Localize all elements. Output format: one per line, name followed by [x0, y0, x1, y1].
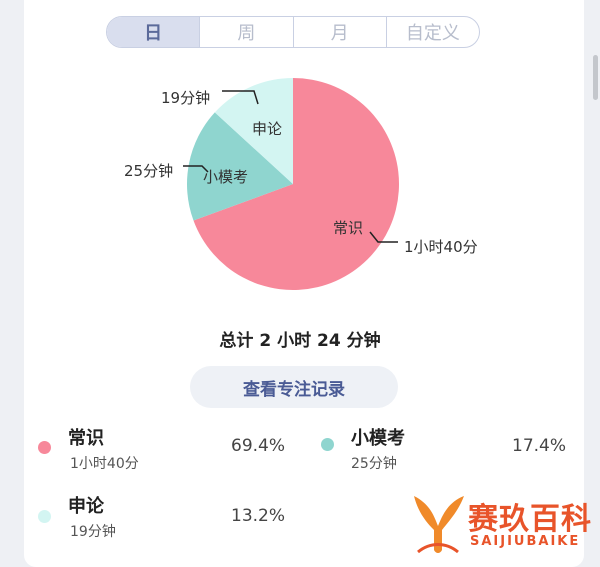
watermark-logo: 赛玖百科 SAIJIUBAIKE	[408, 490, 598, 560]
legend-pct-shenlun: 13.2%	[231, 506, 286, 526]
legend-name-changshi: 常识	[68, 428, 104, 449]
legend-sub-shenlun: 19分钟	[70, 524, 116, 540]
legend-sub-xiaomokao: 25分钟	[351, 456, 397, 472]
slice-duration-changshi: 1小时40分	[404, 238, 478, 256]
slice-duration-shenlun: 19分钟	[161, 89, 210, 107]
pie-chart: 申论 小模考 常识 19分钟 25分钟 1小时40分	[124, 78, 478, 290]
watermark-title: 赛玖百科	[468, 502, 592, 537]
whale-tail-icon	[414, 496, 464, 554]
legend-pct-xiaomokao: 17.4%	[512, 436, 567, 456]
slice-name-shenlun: 申论	[252, 120, 282, 138]
total-duration: 总计 2 小时 24 分钟	[219, 331, 381, 351]
view-focus-records-button[interactable]: 查看专注记录	[190, 366, 398, 408]
legend-pct-changshi: 69.4%	[231, 436, 286, 456]
legend-sub-changshi: 1小时40分	[70, 456, 139, 472]
watermark-subtitle: SAIJIUBAIKE	[470, 534, 581, 549]
legend-name-xiaomokao: 小模考	[351, 428, 405, 449]
legend-dot-changshi	[38, 441, 51, 454]
slice-name-changshi: 常识	[333, 219, 363, 237]
slice-duration-xiaomokao: 25分钟	[124, 162, 173, 180]
legend-dot-shenlun	[38, 510, 51, 523]
legend-name-shenlun: 申论	[68, 496, 104, 517]
slice-name-xiaomokao: 小模考	[203, 168, 248, 186]
legend-dot-xiaomokao	[321, 438, 334, 451]
